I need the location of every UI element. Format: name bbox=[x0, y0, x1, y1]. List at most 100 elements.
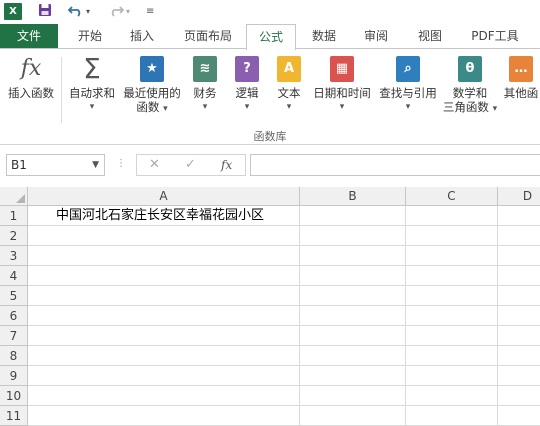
tab-page-layout[interactable]: 页面布局 bbox=[170, 24, 246, 49]
more-icon: … bbox=[508, 55, 534, 83]
worksheet-cell[interactable] bbox=[498, 366, 540, 386]
worksheet-cell[interactable] bbox=[498, 266, 540, 286]
worksheet-cell[interactable] bbox=[406, 246, 498, 266]
row-header[interactable]: 4 bbox=[0, 266, 28, 286]
worksheet-cell[interactable] bbox=[498, 306, 540, 326]
magnifier-icon: ⌕ bbox=[395, 55, 421, 83]
worksheet-cell[interactable] bbox=[498, 206, 540, 226]
worksheet-cell[interactable] bbox=[406, 346, 498, 366]
formula-bar-grip[interactable]: ⋮ bbox=[116, 158, 126, 169]
enter-icon[interactable]: ✓ bbox=[185, 157, 196, 172]
date-time-button[interactable]: ▦ 日期和时间 ▾ bbox=[310, 53, 374, 114]
worksheet-cell[interactable] bbox=[406, 206, 498, 226]
row-header[interactable]: 6 bbox=[0, 306, 28, 326]
row-header[interactable]: 8 bbox=[0, 346, 28, 366]
row-header[interactable]: 10 bbox=[0, 386, 28, 406]
worksheet-cell[interactable] bbox=[406, 286, 498, 306]
column-header-d[interactable]: D bbox=[498, 187, 540, 206]
math-trig-button[interactable]: θ 数学和 三角函数 ▾ bbox=[440, 53, 500, 116]
worksheet-cell[interactable] bbox=[28, 386, 300, 406]
tab-formulas[interactable]: 公式 bbox=[246, 24, 296, 50]
redo-dropdown-icon[interactable]: ▾ bbox=[126, 3, 130, 21]
chevron-down-icon: ▾ bbox=[339, 102, 345, 112]
worksheet-cell[interactable] bbox=[406, 226, 498, 246]
worksheet-cell[interactable] bbox=[406, 366, 498, 386]
worksheet-cell[interactable] bbox=[28, 346, 300, 366]
worksheet-cell[interactable] bbox=[28, 286, 300, 306]
row-header[interactable]: 2 bbox=[0, 226, 28, 246]
row-header[interactable]: 3 bbox=[0, 246, 28, 266]
worksheet-cell[interactable] bbox=[300, 366, 406, 386]
tab-insert[interactable]: 插入 bbox=[116, 24, 168, 49]
tab-home[interactable]: 开始 bbox=[64, 24, 116, 49]
recently-used-button[interactable]: ★ 最近使用的 函数 ▾ bbox=[120, 53, 184, 116]
logical-button[interactable]: ? 逻辑 ▾ bbox=[230, 53, 264, 114]
ribbon-group-label: 函数库 bbox=[253, 130, 287, 143]
cell-b1[interactable] bbox=[300, 206, 406, 226]
tab-view[interactable]: 视图 bbox=[404, 24, 456, 49]
tab-file[interactable]: 文件 bbox=[0, 24, 58, 49]
row-header[interactable]: 11 bbox=[0, 406, 28, 426]
worksheet-cell[interactable] bbox=[28, 406, 300, 426]
worksheet-cell[interactable] bbox=[28, 306, 300, 326]
tab-data[interactable]: 数据 bbox=[298, 24, 350, 49]
insert-function-icon[interactable]: fx bbox=[221, 158, 232, 172]
ribbon-function-library: fx 插入函数 Σ 自动求和 ▾ ★ 最近使用的 函数 ▾ ≋ 财务 ▾ ? 逻… bbox=[0, 48, 540, 145]
worksheet-cell[interactable] bbox=[300, 306, 406, 326]
more-functions-button[interactable]: … 其他函 bbox=[502, 53, 540, 100]
worksheet-cell[interactable] bbox=[406, 306, 498, 326]
worksheet-cell[interactable] bbox=[406, 406, 498, 426]
row-header[interactable]: 9 bbox=[0, 366, 28, 386]
redo-icon[interactable] bbox=[108, 3, 125, 21]
worksheet-cell[interactable] bbox=[498, 346, 540, 366]
worksheet-cell[interactable] bbox=[28, 366, 300, 386]
worksheet-cell[interactable] bbox=[28, 266, 300, 286]
worksheet-cell[interactable] bbox=[498, 246, 540, 266]
insert-function-button[interactable]: fx 插入函数 bbox=[4, 53, 58, 101]
calendar-icon: ▦ bbox=[329, 55, 355, 83]
worksheet-cell[interactable] bbox=[28, 226, 300, 246]
customize-qat-icon[interactable]: ≡ bbox=[146, 3, 154, 21]
formula-bar: B1 ▼ ⋮ ✕ ✓ fx bbox=[0, 145, 540, 187]
worksheet-cell[interactable] bbox=[406, 386, 498, 406]
column-header-b[interactable]: B bbox=[300, 187, 406, 206]
worksheet-cell[interactable] bbox=[498, 386, 540, 406]
row-header[interactable]: 1 bbox=[0, 206, 28, 226]
worksheet-cell[interactable] bbox=[498, 286, 540, 306]
worksheet-cell[interactable] bbox=[300, 286, 406, 306]
tab-pdf-tools[interactable]: PDF工具 bbox=[458, 24, 532, 49]
worksheet-cell[interactable] bbox=[28, 326, 300, 346]
chevron-down-icon: ▾ bbox=[202, 102, 208, 112]
worksheet-cell[interactable] bbox=[498, 326, 540, 346]
undo-dropdown-icon[interactable]: ▾ bbox=[86, 3, 90, 21]
worksheet-cell[interactable] bbox=[406, 266, 498, 286]
worksheet-cell[interactable] bbox=[28, 246, 300, 266]
row-header[interactable]: 7 bbox=[0, 326, 28, 346]
cancel-icon[interactable]: ✕ bbox=[149, 157, 160, 172]
save-icon[interactable] bbox=[38, 3, 52, 21]
worksheet-cell[interactable] bbox=[300, 226, 406, 246]
worksheet-cell[interactable] bbox=[300, 346, 406, 366]
worksheet-cell[interactable] bbox=[300, 246, 406, 266]
worksheet-cell[interactable] bbox=[498, 226, 540, 246]
worksheet-cell[interactable] bbox=[300, 386, 406, 406]
chevron-down-icon[interactable]: ▼ bbox=[92, 155, 99, 175]
formula-input[interactable] bbox=[250, 154, 540, 176]
autosum-button[interactable]: Σ 自动求和 ▾ bbox=[64, 53, 120, 114]
worksheet-cell[interactable] bbox=[498, 406, 540, 426]
column-header-a[interactable]: A bbox=[28, 187, 300, 206]
cell-a1[interactable]: 中国河北石家庄长安区幸福花园小区 bbox=[28, 206, 300, 226]
tab-review[interactable]: 审阅 bbox=[350, 24, 402, 49]
lookup-reference-button[interactable]: ⌕ 查找与引用 ▾ bbox=[376, 53, 440, 114]
undo-icon[interactable] bbox=[67, 3, 84, 21]
financial-button[interactable]: ≋ 财务 ▾ bbox=[188, 53, 222, 114]
row-header[interactable]: 5 bbox=[0, 286, 28, 306]
worksheet-cell[interactable] bbox=[300, 406, 406, 426]
worksheet-cell[interactable] bbox=[300, 326, 406, 346]
column-header-c[interactable]: C bbox=[406, 187, 498, 206]
worksheet-cell[interactable] bbox=[406, 326, 498, 346]
name-box[interactable]: B1 ▼ bbox=[6, 154, 105, 176]
text-button[interactable]: A 文本 ▾ bbox=[272, 53, 306, 114]
worksheet-cell[interactable] bbox=[300, 266, 406, 286]
select-all-corner[interactable] bbox=[0, 187, 28, 206]
